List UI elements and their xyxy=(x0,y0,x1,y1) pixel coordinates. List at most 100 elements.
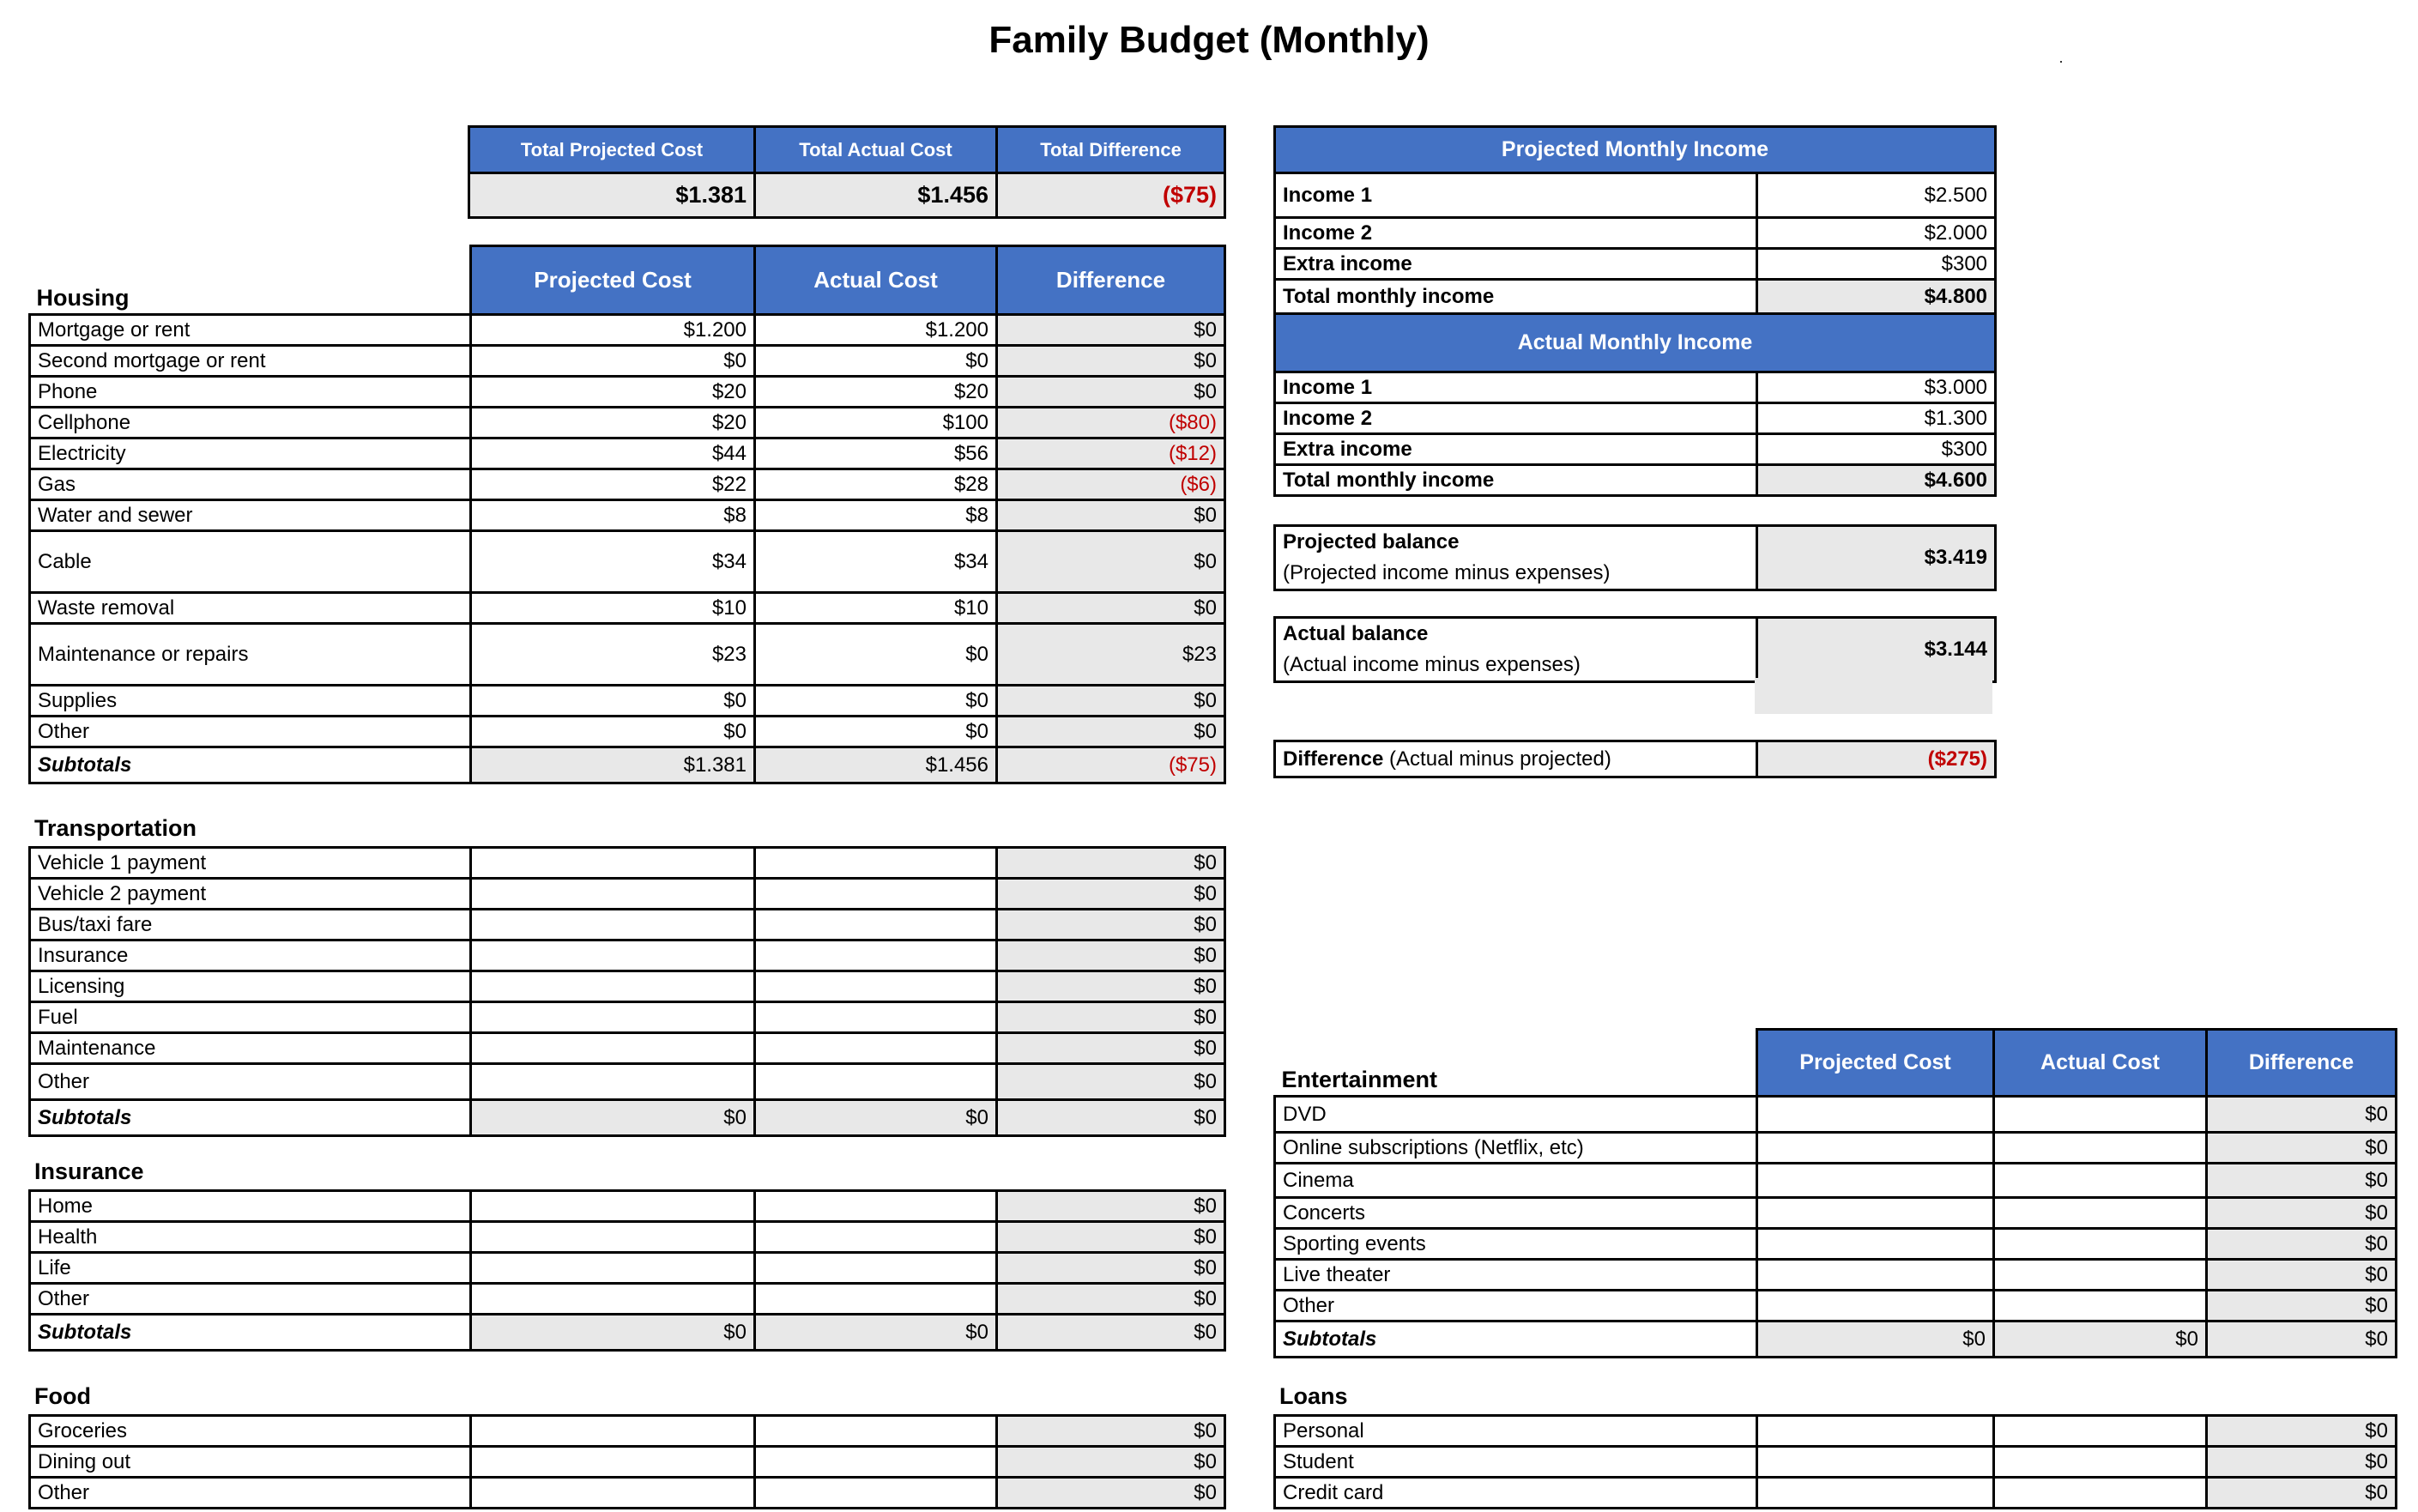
summary-total-projected[interactable]: $1.381 xyxy=(468,172,756,219)
difference-cell[interactable]: $0 xyxy=(995,908,1226,941)
projected-cost-cell[interactable] xyxy=(469,1220,756,1254)
actual-cost-cell[interactable] xyxy=(1992,1476,2208,1509)
summary-total-difference[interactable]: ($75) xyxy=(995,172,1226,219)
actual-cost-cell[interactable] xyxy=(753,1062,998,1101)
projected-cost-cell[interactable]: $0 xyxy=(469,344,756,378)
actual-cost-cell[interactable] xyxy=(1992,1289,2208,1322)
subtotal-actual[interactable]: $0 xyxy=(753,1098,998,1137)
difference-cell[interactable]: $0 xyxy=(995,1414,1226,1448)
subtotal-projected[interactable]: $0 xyxy=(1756,1320,1995,1358)
actual-cost-cell[interactable] xyxy=(753,908,998,941)
actual-cost-cell[interactable]: $0 xyxy=(753,684,998,717)
actual-cost-cell[interactable] xyxy=(1992,1258,2208,1291)
projected-cost-cell[interactable] xyxy=(1756,1445,1995,1479)
projected-cost-cell[interactable]: $8 xyxy=(469,499,756,532)
actual-total-income-value[interactable]: $4.600 xyxy=(1755,463,1998,497)
projected-cost-cell[interactable] xyxy=(1756,1095,1995,1134)
actual-cost-cell[interactable]: $56 xyxy=(753,437,998,470)
projected-cost-cell[interactable]: $34 xyxy=(469,529,756,594)
projected-cost-cell[interactable]: $1.200 xyxy=(469,313,756,347)
subtotal-difference[interactable]: ($75) xyxy=(995,746,1226,784)
balance-difference-value[interactable]: ($275) xyxy=(1756,740,1997,778)
subtotal-actual[interactable]: $0 xyxy=(1992,1320,2208,1358)
difference-cell[interactable]: $0 xyxy=(2205,1414,2397,1448)
difference-cell[interactable]: $0 xyxy=(995,1445,1226,1479)
projected-income-1-value[interactable]: $2.500 xyxy=(1755,172,1998,219)
projected-cost-cell[interactable] xyxy=(469,1445,756,1479)
actual-cost-cell[interactable] xyxy=(753,846,998,880)
actual-cost-cell[interactable]: $20 xyxy=(753,375,998,408)
subtotal-difference[interactable]: $0 xyxy=(995,1313,1226,1352)
difference-cell[interactable]: $0 xyxy=(995,939,1226,972)
actual-cost-cell[interactable] xyxy=(753,877,998,910)
difference-cell[interactable]: $0 xyxy=(995,1031,1226,1065)
actual-cost-cell[interactable] xyxy=(753,1189,998,1223)
projected-cost-cell[interactable] xyxy=(469,908,756,941)
actual-cost-cell[interactable] xyxy=(753,1001,998,1034)
actual-cost-cell[interactable]: $0 xyxy=(753,622,998,686)
projected-cost-cell[interactable] xyxy=(1756,1289,1995,1322)
actual-cost-cell[interactable] xyxy=(1992,1095,2208,1134)
difference-cell[interactable]: $0 xyxy=(995,375,1226,408)
actual-cost-cell[interactable] xyxy=(1992,1196,2208,1230)
subtotal-projected[interactable]: $0 xyxy=(469,1313,756,1352)
difference-cell[interactable]: $0 xyxy=(995,313,1226,347)
projected-cost-cell[interactable]: $20 xyxy=(469,375,756,408)
actual-cost-cell[interactable]: $0 xyxy=(753,344,998,378)
actual-cost-cell[interactable] xyxy=(753,1031,998,1065)
projected-cost-cell[interactable]: $23 xyxy=(469,622,756,686)
actual-cost-cell[interactable]: $100 xyxy=(753,406,998,439)
subtotal-projected[interactable]: $1.381 xyxy=(469,746,756,784)
actual-cost-cell[interactable] xyxy=(753,1220,998,1254)
projected-cost-cell[interactable]: $22 xyxy=(469,468,756,501)
difference-cell[interactable]: $0 xyxy=(995,1001,1226,1034)
difference-cell[interactable]: $0 xyxy=(995,684,1226,717)
projected-cost-cell[interactable] xyxy=(469,846,756,880)
difference-cell[interactable]: ($6) xyxy=(995,468,1226,501)
projected-cost-cell[interactable] xyxy=(1756,1196,1995,1230)
projected-extra-income-value[interactable]: $300 xyxy=(1755,247,1998,281)
difference-cell[interactable]: $0 xyxy=(2205,1227,2397,1261)
subtotal-actual[interactable]: $1.456 xyxy=(753,746,998,784)
difference-cell[interactable]: $0 xyxy=(995,499,1226,532)
difference-cell[interactable]: $0 xyxy=(2205,1162,2397,1199)
projected-cost-cell[interactable]: $0 xyxy=(469,684,756,717)
difference-cell[interactable]: $0 xyxy=(2205,1445,2397,1479)
difference-cell[interactable]: $0 xyxy=(995,591,1226,625)
projected-cost-cell[interactable] xyxy=(1756,1227,1995,1261)
actual-cost-cell[interactable] xyxy=(753,970,998,1003)
difference-cell[interactable]: $0 xyxy=(995,1476,1226,1509)
difference-cell[interactable]: $0 xyxy=(995,970,1226,1003)
projected-cost-cell[interactable] xyxy=(469,1282,756,1315)
difference-cell[interactable]: $0 xyxy=(2205,1196,2397,1230)
difference-cell[interactable]: $0 xyxy=(2205,1289,2397,1322)
difference-cell[interactable]: $0 xyxy=(995,715,1226,748)
difference-cell[interactable]: $0 xyxy=(2205,1095,2397,1134)
projected-cost-cell[interactable] xyxy=(469,1476,756,1509)
summary-total-actual[interactable]: $1.456 xyxy=(753,172,998,219)
projected-cost-cell[interactable] xyxy=(469,1414,756,1448)
projected-cost-cell[interactable] xyxy=(469,970,756,1003)
difference-cell[interactable]: $0 xyxy=(995,1251,1226,1285)
projected-cost-cell[interactable] xyxy=(469,1062,756,1101)
actual-balance-value[interactable]: $3.144 xyxy=(1756,616,1997,683)
difference-cell[interactable]: $0 xyxy=(995,846,1226,880)
subtotal-projected[interactable]: $0 xyxy=(469,1098,756,1137)
projected-cost-cell[interactable] xyxy=(469,877,756,910)
difference-cell[interactable]: $0 xyxy=(995,877,1226,910)
difference-cell[interactable]: $0 xyxy=(995,344,1226,378)
actual-cost-cell[interactable]: $34 xyxy=(753,529,998,594)
actual-cost-cell[interactable]: $8 xyxy=(753,499,998,532)
projected-cost-cell[interactable]: $0 xyxy=(469,715,756,748)
projected-income-2-value[interactable]: $2.000 xyxy=(1755,216,1998,250)
actual-cost-cell[interactable] xyxy=(753,1251,998,1285)
actual-cost-cell[interactable]: $10 xyxy=(753,591,998,625)
actual-cost-cell[interactable] xyxy=(1992,1445,2208,1479)
difference-cell[interactable]: $0 xyxy=(2205,1258,2397,1291)
difference-cell[interactable]: $0 xyxy=(995,529,1226,594)
actual-cost-cell[interactable] xyxy=(1992,1227,2208,1261)
projected-cost-cell[interactable]: $44 xyxy=(469,437,756,470)
difference-cell[interactable]: ($80) xyxy=(995,406,1226,439)
projected-cost-cell[interactable] xyxy=(1756,1414,1995,1448)
difference-cell[interactable]: $0 xyxy=(2205,1476,2397,1509)
